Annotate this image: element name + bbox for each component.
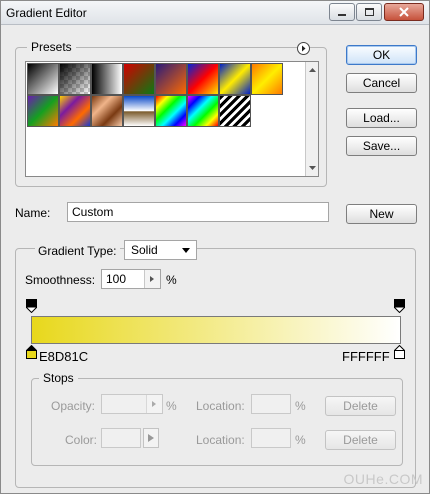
end-color-hex: FFFFFF (342, 349, 390, 364)
smoothness-value: 100 (106, 272, 127, 286)
chevron-right-icon (148, 434, 154, 442)
name-input[interactable]: Custom (67, 202, 329, 222)
name-label: Name: (15, 206, 51, 220)
color-label: Color: (65, 433, 98, 447)
preset-swatch-transparent-stripes[interactable] (219, 95, 251, 127)
smoothness-stepper[interactable] (144, 270, 160, 288)
stops-group (31, 378, 403, 466)
scroll-up-icon (309, 68, 316, 72)
ok-button[interactable]: OK (346, 45, 417, 65)
delete-opacity-stop-button[interactable]: Delete (325, 396, 396, 416)
gradient-type-value: Solid (131, 243, 158, 257)
color-stop-end[interactable] (393, 344, 406, 359)
presets-label: Presets (27, 40, 76, 54)
gradient-editor-window: Gradient Editor Presets OK Cancel Load..… (0, 0, 430, 494)
close-icon (399, 7, 409, 17)
smoothness-unit: % (166, 273, 177, 287)
title-bar[interactable]: Gradient Editor (1, 1, 429, 25)
minimize-icon (338, 14, 346, 16)
presets-menu-button[interactable] (297, 42, 310, 55)
opacity-stop-end[interactable] (394, 299, 405, 314)
preset-swatch-foreground-to-background[interactable] (27, 63, 59, 95)
load-button[interactable]: Load... (346, 108, 417, 128)
new-button[interactable]: New (346, 204, 417, 224)
preset-swatch-blue-yellow-blue[interactable] (219, 63, 251, 95)
color-location-label: Location: (196, 433, 245, 447)
color-options-button[interactable] (143, 428, 159, 448)
watermark: OUHe.COM (343, 471, 423, 487)
smoothness-input[interactable]: 100 (101, 269, 161, 289)
color-stop-icon (25, 344, 38, 359)
minimize-button[interactable] (329, 3, 355, 21)
opacity-stop-start[interactable] (26, 299, 37, 314)
preset-swatch-black-white[interactable] (91, 63, 123, 95)
stops-label: Stops (39, 371, 78, 385)
preset-swatch-foreground-to-transparent[interactable] (59, 63, 91, 95)
preset-swatch-blue-red-yellow[interactable] (187, 63, 219, 95)
smoothness-label: Smoothness: (25, 273, 96, 287)
preset-swatch-grid (25, 61, 319, 177)
preset-swatch-red-green[interactable] (123, 63, 155, 95)
color-stop-start[interactable] (25, 344, 38, 359)
start-color-hex: E8D81C (39, 349, 89, 364)
close-button[interactable] (384, 3, 424, 21)
opacity-stop-icon (394, 299, 405, 314)
chevron-right-icon (152, 401, 156, 407)
gradient-type-select[interactable]: Solid (124, 240, 197, 260)
window-title: Gradient Editor (6, 6, 87, 20)
color-location-unit: % (295, 433, 306, 447)
delete-color-stop-button[interactable]: Delete (325, 430, 396, 450)
save-button[interactable]: Save... (346, 136, 417, 156)
opacity-label: Opacity: (51, 399, 96, 413)
color-stop-icon (393, 344, 406, 359)
chevron-right-icon (150, 276, 154, 282)
gradient-type-label: Gradient Type: (35, 244, 120, 258)
opacity-stop-icon (26, 299, 37, 314)
preset-swatch-orange-yellow-orange[interactable] (251, 63, 283, 95)
arrow-right-circle-icon (302, 45, 306, 52)
color-location-input[interactable] (251, 428, 291, 448)
preset-swatch-copper[interactable] (91, 95, 123, 127)
chevron-down-icon (182, 248, 190, 253)
gradient-preview-bar[interactable] (31, 316, 401, 344)
opacity-location-input[interactable] (251, 394, 291, 414)
cancel-button[interactable]: Cancel (346, 73, 417, 93)
preset-swatch-violet-orange[interactable] (155, 63, 187, 95)
opacity-location-label: Location: (196, 399, 245, 413)
maximize-icon (364, 8, 374, 16)
opacity-unit: % (166, 399, 177, 413)
opacity-location-unit: % (295, 399, 306, 413)
preset-swatch-violet-green-orange[interactable] (27, 95, 59, 127)
opacity-input[interactable] (101, 394, 163, 414)
preset-swatch-spectrum[interactable] (155, 95, 187, 127)
preset-swatch-yellow-violet-orange-blue[interactable] (59, 95, 91, 127)
preset-swatch-chrome[interactable] (123, 95, 155, 127)
preset-swatch-transparent-rainbow[interactable] (187, 95, 219, 127)
opacity-stepper[interactable] (146, 395, 162, 413)
color-swatch-input[interactable] (101, 428, 141, 448)
presets-scrollbar[interactable] (305, 62, 318, 176)
maximize-button[interactable] (356, 3, 382, 21)
scroll-down-icon (309, 166, 316, 170)
